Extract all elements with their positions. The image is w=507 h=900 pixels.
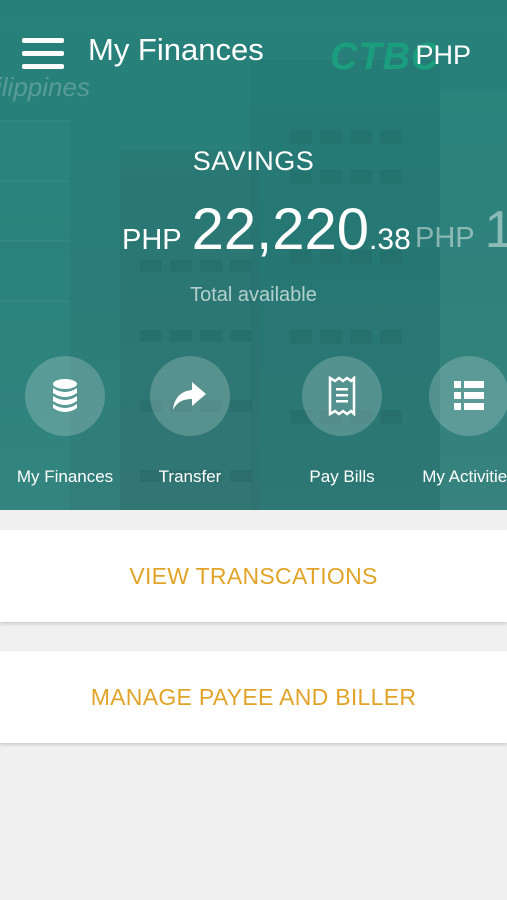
my-activities-button[interactable]: My Activities — [404, 356, 507, 487]
account-hero: ilippines My Finances CTBC PHP SAVINGS P… — [0, 0, 507, 510]
hamburger-menu-icon[interactable] — [22, 38, 64, 74]
view-transactions-label: VIEW TRANSCATIONS — [129, 562, 378, 589]
share-arrow-icon — [173, 382, 206, 410]
top-bar: My Finances CTBC PHP — [0, 0, 507, 110]
page-title: My Finances — [88, 32, 264, 67]
pay-bills-circle — [302, 356, 382, 436]
balance-decimal: .38 — [369, 223, 411, 256]
quick-actions: My Finances Transfer Pay Bills My Activi… — [0, 356, 507, 506]
view-transactions-button[interactable]: VIEW TRANSCATIONS — [0, 530, 507, 622]
app-screen: ilippines My Finances CTBC PHP SAVINGS P… — [0, 0, 507, 900]
pay-bills-label: Pay Bills — [309, 467, 375, 486]
my-finances-button[interactable]: My Finances — [0, 356, 130, 487]
manage-payee-button[interactable]: MANAGE PAYEE AND BILLER — [0, 651, 507, 743]
my-activities-circle — [429, 356, 507, 436]
my-activities-label: My Activities — [422, 467, 507, 486]
currency-selector[interactable]: PHP — [415, 40, 471, 71]
transfer-circle — [150, 356, 230, 436]
receipt-icon — [328, 376, 356, 416]
my-finances-circle — [25, 356, 105, 436]
my-finances-label: My Finances — [16, 467, 114, 486]
balance-amount: 22,220 — [191, 197, 370, 262]
list-icon — [454, 381, 484, 410]
balance-currency: PHP — [122, 224, 182, 256]
next-account-currency: PHP — [415, 222, 475, 254]
transfer-label: Transfer — [158, 467, 222, 486]
next-account-amount: 1 — [484, 201, 507, 259]
transfer-button[interactable]: Transfer — [125, 356, 255, 487]
database-icon — [53, 379, 77, 412]
account-type-label: SAVINGS — [192, 146, 315, 176]
total-available-label: Total available — [190, 284, 317, 306]
next-account-peek[interactable]: PHP 1 — [415, 200, 507, 260]
manage-payee-label: MANAGE PAYEE AND BILLER — [90, 683, 417, 710]
account-balance[interactable]: PHP 22,220.38 — [122, 196, 411, 263]
pay-bills-button[interactable]: Pay Bills — [277, 356, 407, 487]
